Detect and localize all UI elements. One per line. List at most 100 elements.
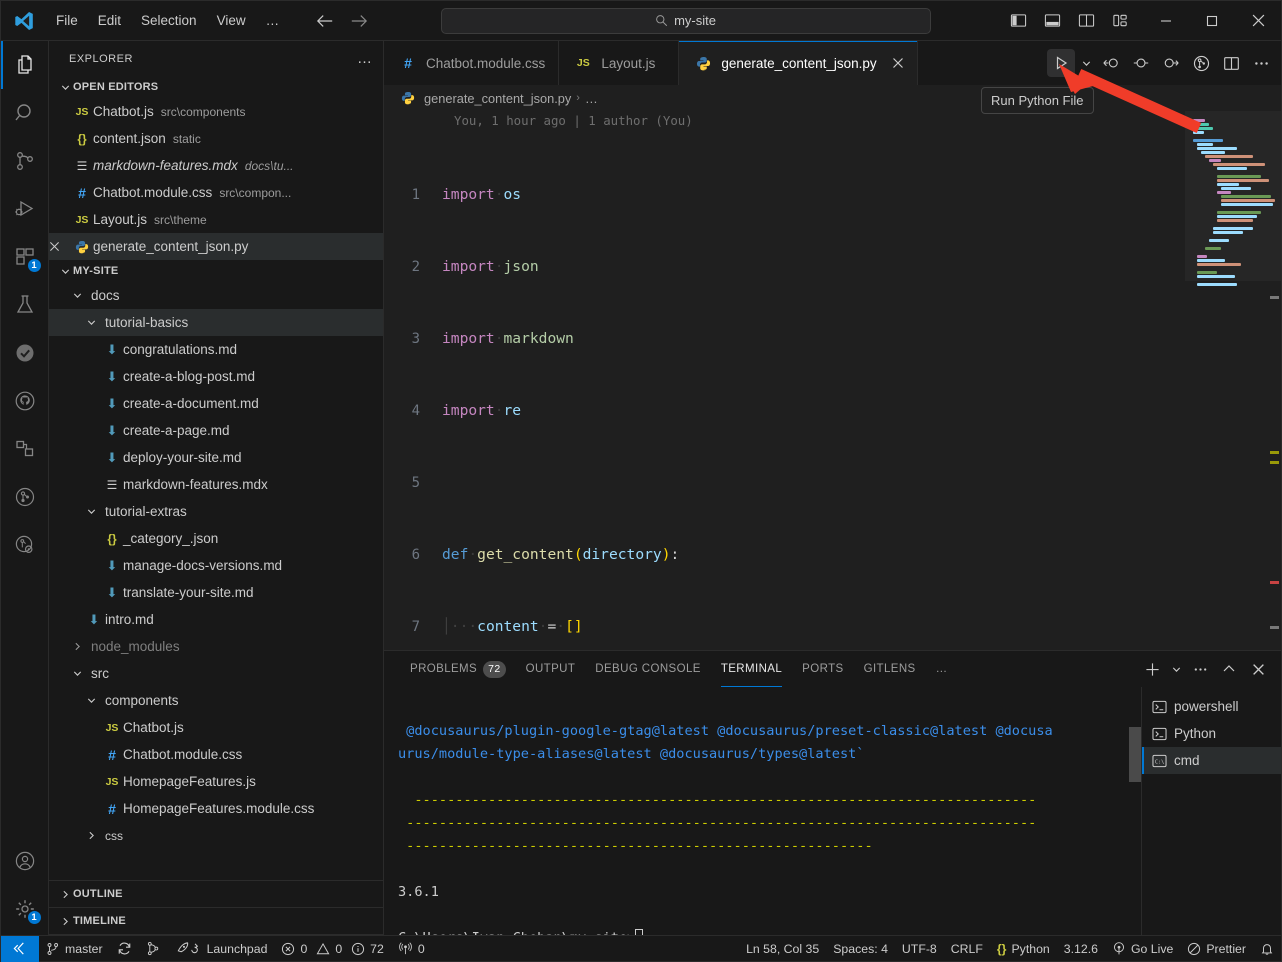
tree-file[interactable]: JS HomepageFeatures.js — [49, 768, 383, 795]
activity-todo-tree[interactable] — [1, 329, 49, 377]
panel-tab-problems[interactable]: PROBLEMS 72 — [400, 651, 516, 687]
activity-extensions[interactable]: 1 — [1, 233, 49, 281]
panel-tab-output[interactable]: OUTPUT — [516, 651, 586, 687]
terminal-profile-dropdown-icon[interactable] — [1168, 656, 1184, 682]
toggle-secondary-sidebar-button[interactable] — [1071, 8, 1101, 34]
gitlens-open-changes-icon[interactable] — [1097, 49, 1125, 77]
window-close-button[interactable] — [1235, 1, 1281, 41]
tree-folder-docs[interactable]: docs — [49, 282, 383, 309]
window-maximize-button[interactable] — [1189, 1, 1235, 41]
status-git-sync[interactable] — [110, 936, 139, 962]
gitlens-toggle-blame-icon[interactable] — [1187, 49, 1215, 77]
open-editor-item[interactable]: # Chatbot.module.css src\compon... — [49, 179, 383, 206]
tree-file[interactable]: ⬇ congratulations.md — [49, 336, 383, 363]
window-minimize-button[interactable] — [1143, 1, 1189, 41]
open-editor-item[interactable]: JS Layout.js src\theme — [49, 206, 383, 233]
tree-folder-css[interactable]: css — [49, 822, 383, 849]
panel-tab-more[interactable]: … — [926, 651, 958, 687]
tree-folder-tutorial-extras[interactable]: tutorial-extras — [49, 498, 383, 525]
navigate-back-icon[interactable] — [316, 14, 334, 28]
activity-run-and-debug[interactable] — [1, 185, 49, 233]
tree-file[interactable]: JS Chatbot.js — [49, 714, 383, 741]
code-editor[interactable]: You, 1 hour ago | 1 author (You) 1 import… — [384, 111, 1281, 650]
new-terminal-icon[interactable] — [1139, 656, 1165, 682]
open-editor-item[interactable]: {} content.json static — [49, 125, 383, 152]
breadcrumb-rest[interactable]: … — [585, 91, 598, 106]
tree-file[interactable]: ⬇ create-a-blog-post.md — [49, 363, 383, 390]
status-launchpad[interactable]: Launchpad — [169, 936, 275, 962]
panel-tab-gitlens[interactable]: GITLENS — [854, 651, 926, 687]
close-panel-icon[interactable] — [1245, 656, 1271, 682]
activity-testing[interactable] — [1, 281, 49, 329]
tab-chatbot-module-css[interactable]: # Chatbot.module.css — [384, 41, 560, 85]
activity-manage-settings[interactable]: 1 — [1, 885, 49, 933]
customize-layout-button[interactable] — [1105, 8, 1135, 34]
tree-file[interactable]: ⬇ create-a-page.md — [49, 417, 383, 444]
terminal-item-powershell[interactable]: powershell — [1142, 693, 1281, 720]
activity-explorer[interactable] — [0, 41, 49, 89]
tree-folder-src[interactable]: src — [49, 660, 383, 687]
terminal-output[interactable]: @docusaurus/plugin-google-gtag@latest @d… — [384, 687, 1141, 935]
status-notifications[interactable] — [1253, 936, 1281, 962]
next-change-icon[interactable] — [1157, 49, 1185, 77]
activity-source-control[interactable] — [1, 137, 49, 185]
status-ports[interactable]: 0 — [391, 936, 432, 962]
section-timeline[interactable]: TIMELINE — [49, 908, 383, 935]
toggle-primary-sidebar-button[interactable] — [1003, 8, 1033, 34]
breadcrumb-file[interactable]: generate_content_json.py — [424, 91, 571, 106]
activity-gitlens-inspect[interactable] — [1, 521, 49, 569]
status-prettier[interactable]: Prettier — [1180, 936, 1253, 962]
terminal-item-python[interactable]: Python — [1142, 720, 1281, 747]
tree-file[interactable]: ⬇ manage-docs-versions.md — [49, 552, 383, 579]
previous-change-icon[interactable] — [1127, 49, 1155, 77]
section-my-site[interactable]: MY-SITE — [49, 260, 383, 282]
status-remote-indicator[interactable] — [1, 935, 39, 962]
tab-close-icon[interactable] — [892, 57, 904, 69]
tree-file[interactable]: ⬇ translate-your-site.md — [49, 579, 383, 606]
tree-folder-components[interactable]: components — [49, 687, 383, 714]
command-center-search[interactable]: my-site — [440, 7, 931, 34]
activity-search[interactable] — [1, 89, 49, 137]
more-editor-actions-icon[interactable] — [1247, 49, 1275, 77]
open-editor-item-active[interactable]: generate_content_json.py — [49, 233, 383, 260]
run-options-dropdown-icon[interactable] — [1077, 49, 1095, 77]
tree-folder-tutorial-basics[interactable]: tutorial-basics — [49, 309, 383, 336]
panel-tab-ports[interactable]: PORTS — [792, 651, 853, 687]
tree-file[interactable]: ☰ markdown-features.mdx — [49, 471, 383, 498]
status-editor-eol[interactable]: CRLF — [944, 936, 990, 962]
tab-generate-content-json-py[interactable]: generate_content_json.py — [679, 41, 918, 85]
tree-file[interactable]: {} _category_.json — [49, 525, 383, 552]
activity-github[interactable] — [1, 377, 49, 425]
close-editor-icon[interactable] — [49, 241, 71, 252]
tree-file[interactable]: ⬇ deploy-your-site.md — [49, 444, 383, 471]
activity-accounts[interactable] — [1, 837, 49, 885]
status-problems[interactable]: 0 0 72 — [274, 936, 390, 962]
menu-edit[interactable]: Edit — [89, 9, 130, 32]
menu-more[interactable]: … — [257, 9, 289, 32]
status-git-branch[interactable]: master — [39, 936, 110, 962]
menu-file[interactable]: File — [47, 9, 87, 32]
tree-file[interactable]: # HomepageFeatures.module.css — [49, 795, 383, 822]
navigate-forward-icon[interactable] — [350, 14, 368, 28]
open-editor-item[interactable]: JS Chatbot.js src\components — [49, 98, 383, 125]
toggle-panel-button[interactable] — [1037, 8, 1067, 34]
tree-folder-node-modules[interactable]: node_modules — [49, 633, 383, 660]
split-editor-right-icon[interactable] — [1217, 49, 1245, 77]
editor-minimap[interactable] — [1185, 111, 1281, 650]
status-editor-encoding[interactable]: UTF-8 — [895, 936, 944, 962]
sidebar-more-actions-icon[interactable]: … — [357, 50, 373, 67]
terminal-scrollbar[interactable] — [1129, 687, 1141, 935]
tree-file[interactable]: ⬇ intro.md — [49, 606, 383, 633]
tab-layout-js[interactable]: JS Layout.js — [559, 41, 680, 85]
menu-view[interactable]: View — [208, 9, 255, 32]
tree-file[interactable]: ⬇ create-a-document.md — [49, 390, 383, 417]
open-editor-item[interactable]: ☰ markdown-features.mdx docs\tu... — [49, 152, 383, 179]
status-gitlens-graph[interactable] — [139, 936, 169, 962]
maximize-panel-icon[interactable] — [1216, 656, 1242, 682]
status-editor-position[interactable]: Ln 58, Col 35 — [739, 936, 826, 962]
section-outline[interactable]: OUTLINE — [49, 881, 383, 908]
menu-selection[interactable]: Selection — [132, 9, 206, 32]
run-python-file-button[interactable] — [1047, 49, 1075, 77]
tree-file[interactable]: # Chatbot.module.css — [49, 741, 383, 768]
terminal-item-cmd[interactable]: C:\ cmd — [1142, 747, 1281, 774]
